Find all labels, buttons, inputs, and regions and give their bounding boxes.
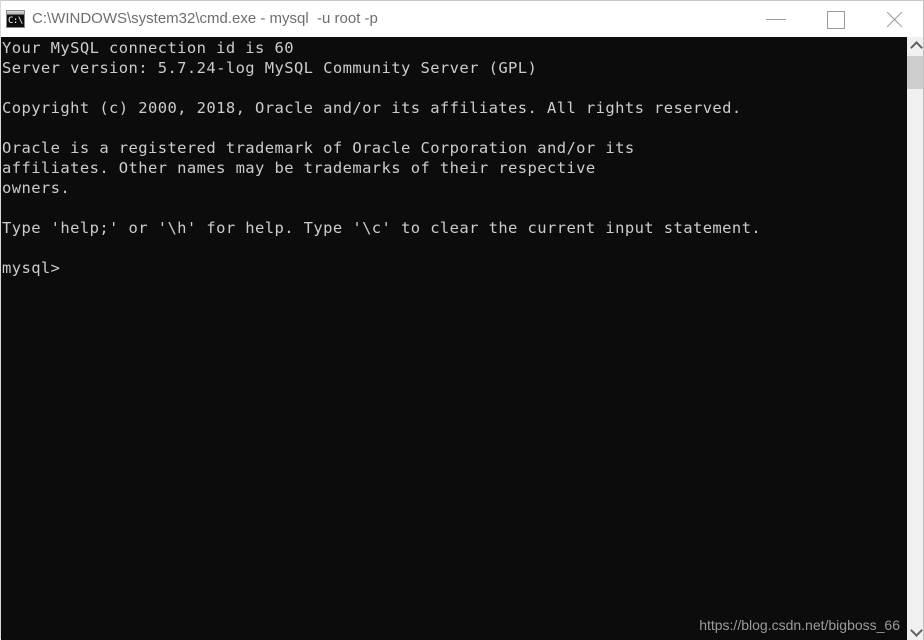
scrollbar-thumb[interactable] — [907, 56, 924, 89]
vertical-scrollbar[interactable] — [906, 37, 924, 640]
watermark-text: https://blog.csdn.net/bigboss_66 — [699, 617, 900, 633]
cmd-icon-titlebar — [7, 11, 24, 15]
scroll-up-button[interactable] — [907, 37, 924, 55]
minimize-icon — [766, 19, 786, 20]
console-text: Your MySQL connection id is 60 Server ve… — [2, 39, 762, 277]
title-bar[interactable]: C:\ C:\WINDOWS\system32\cmd.exe - mysql … — [1, 1, 924, 37]
scrollbar-track[interactable] — [907, 89, 924, 622]
scroll-down-button[interactable] — [907, 622, 924, 640]
cmd-icon-prompt-text: C:\ — [8, 16, 23, 26]
cmd-window: C:\ C:\WINDOWS\system32\cmd.exe - mysql … — [0, 0, 924, 640]
chevron-down-icon — [910, 624, 923, 637]
maximize-icon — [827, 11, 845, 29]
close-button[interactable] — [871, 1, 917, 33]
console-output-area[interactable]: Your MySQL connection id is 60 Server ve… — [1, 37, 906, 640]
cmd-console-icon: C:\ — [6, 10, 25, 28]
chevron-up-icon — [910, 41, 923, 54]
minimize-button[interactable] — [753, 1, 799, 33]
window-title: C:\WINDOWS\system32\cmd.exe - mysql -u r… — [32, 10, 378, 27]
close-icon — [885, 11, 903, 29]
maximize-button[interactable] — [813, 1, 859, 33]
